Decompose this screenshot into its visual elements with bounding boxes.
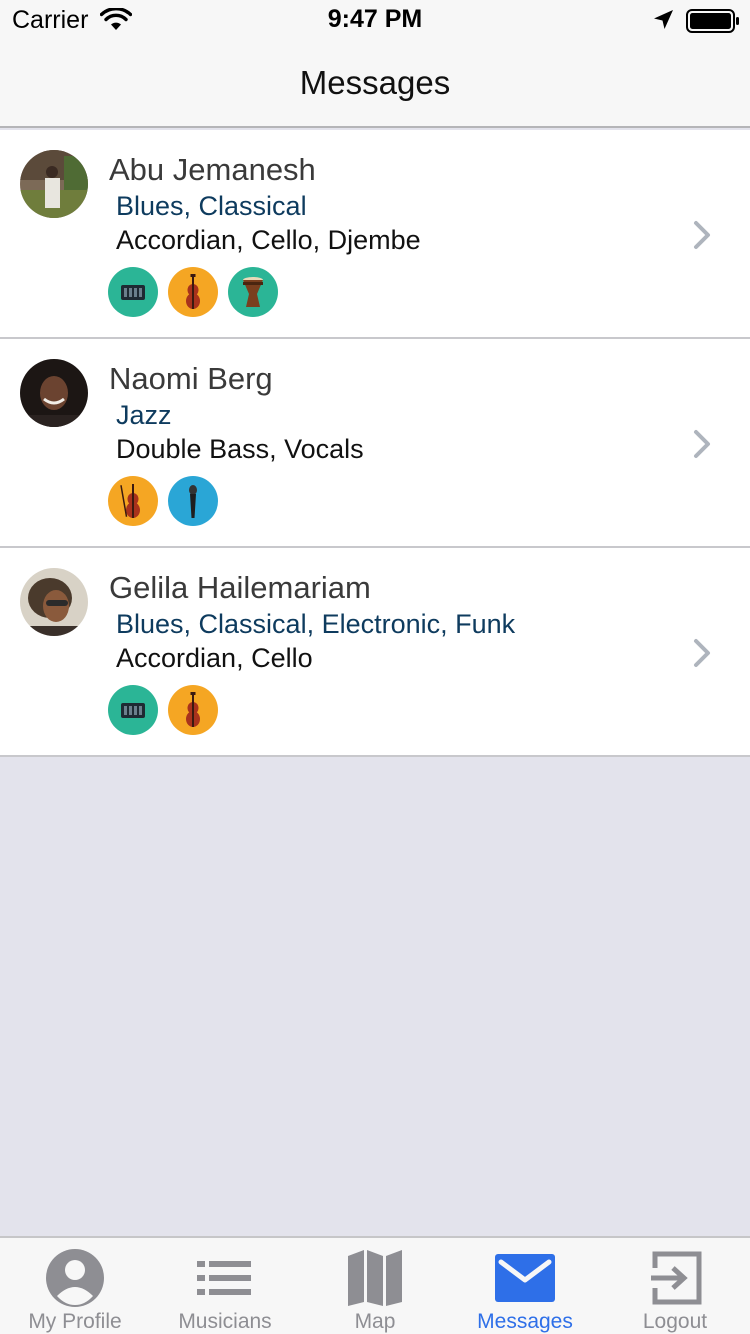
contact-genres: Blues, Classical, Electronic, Funk: [116, 609, 516, 639]
location-arrow-icon: [654, 10, 673, 29]
tab-my-profile[interactable]: My Profile: [0, 1238, 150, 1334]
battery-icon: [686, 9, 739, 33]
chevron-right-icon[interactable]: [692, 220, 714, 250]
djembe-icon: [228, 267, 278, 317]
contact-instruments: Double Bass, Vocals: [116, 434, 364, 464]
microphone-icon: [168, 476, 218, 526]
avatar: [20, 150, 88, 218]
tab-label: Map: [354, 1310, 396, 1333]
person-icon: [46, 1249, 104, 1307]
double-bass-icon: [108, 476, 158, 526]
contact-name: Gelila Hailemariam: [109, 570, 371, 605]
chevron-right-icon[interactable]: [692, 638, 714, 668]
conversation-row[interactable]: Abu Jemanesh Blues, Classical Accordian,…: [0, 130, 750, 339]
conversation-row[interactable]: Gelila Hailemariam Blues, Classical, Ele…: [0, 548, 750, 757]
cello-icon: [168, 267, 218, 317]
logout-icon: [651, 1251, 702, 1305]
avatar: [20, 359, 88, 427]
contact-name: Abu Jemanesh: [109, 152, 316, 187]
avatar: [20, 568, 88, 636]
contact-instruments: Accordian, Cello, Djembe: [116, 225, 421, 255]
contact-instruments: Accordian, Cello: [116, 643, 313, 673]
map-icon: [348, 1250, 402, 1306]
tab-label: Musicians: [178, 1310, 272, 1333]
tab-label: Logout: [642, 1310, 708, 1333]
tab-bar: My Profile Musicians Map Messages Logout: [0, 1236, 750, 1334]
avatar-photo: [20, 359, 88, 427]
tab-label: My Profile: [28, 1310, 122, 1333]
tab-messages[interactable]: Messages: [450, 1238, 600, 1334]
nav-bar: Messages: [0, 40, 750, 128]
list-icon: [197, 1261, 251, 1295]
avatar-photo: [20, 568, 88, 636]
contact-genres: Jazz: [116, 400, 172, 430]
cello-icon: [168, 685, 218, 735]
contact-name: Naomi Berg: [109, 361, 273, 396]
tab-label: Messages: [477, 1310, 573, 1333]
clock: 9:47 PM: [327, 5, 423, 33]
accordion-icon: [108, 267, 158, 317]
envelope-icon: [495, 1254, 555, 1302]
tab-logout[interactable]: Logout: [600, 1238, 750, 1334]
conversation-list: Abu Jemanesh Blues, Classical Accordian,…: [0, 130, 750, 757]
page-title: Messages: [299, 64, 451, 101]
tab-map[interactable]: Map: [300, 1238, 450, 1334]
tab-musicians[interactable]: Musicians: [150, 1238, 300, 1334]
accordion-icon: [108, 685, 158, 735]
conversation-row[interactable]: Naomi Berg Jazz Double Bass, Vocals: [0, 339, 750, 548]
avatar-photo: [20, 150, 88, 218]
chevron-right-icon[interactable]: [692, 429, 714, 459]
contact-genres: Blues, Classical: [116, 191, 307, 221]
status-bar: Carrier 9:47 PM: [0, 0, 750, 40]
